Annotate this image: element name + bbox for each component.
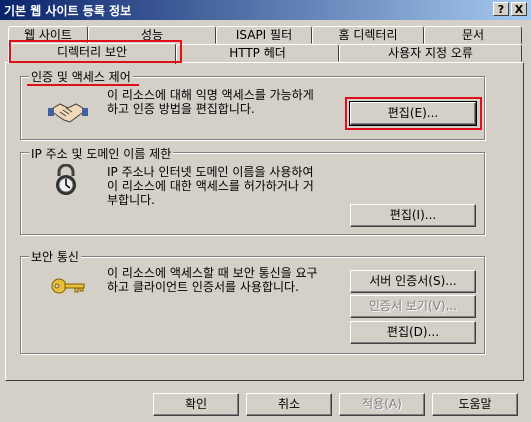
title-bar: 기본 웹 사이트 등록 정보 ? X [0,0,531,20]
combination-lock-icon [56,164,76,195]
tab-documents[interactable]: 문서 [424,26,522,44]
ip-description-3: 부합니다. [107,193,155,207]
window-title: 기본 웹 사이트 등록 정보 [4,4,132,18]
help-footer-button[interactable]: 도움말 [432,393,518,416]
apply-button[interactable]: 적용(A) [339,393,425,416]
view-certificate-button[interactable]: 인증서 보기(V)... [350,295,476,318]
ip-description-1: IP 주소나 인터넷 도메인 이름을 사용하여 [107,165,314,179]
close-button[interactable]: X [511,2,527,16]
ip-edit-button[interactable]: 편집(I)... [350,204,476,227]
highlight-underline [27,84,139,86]
ip-group-title: IP 주소 및 도메인 이름 제한 [29,145,174,162]
highlight-edit-button [345,97,482,130]
tab-isapi-filter[interactable]: ISAPI 필터 [216,26,312,44]
ip-description-2: 이 리소스에 대한 액세스를 허가하거나 거 [107,179,314,193]
key-icon [51,278,85,294]
auth-group-title: 인증 및 액세스 제어 [29,68,133,85]
ok-button[interactable]: 확인 [153,393,239,416]
secure-description-2: 하고 클라이언트 인증서를 사용합니다. [107,280,299,294]
help-button[interactable]: ? [493,2,509,16]
tab-home-directory[interactable]: 홈 디렉터리 [312,26,424,44]
auth-description-1: 이 리소스에 대해 익명 액세스를 가능하게 [107,88,314,102]
secure-description-1: 이 리소스에 액세스할 때 보안 통신을 요구 [107,266,318,280]
highlight-tab [9,40,182,63]
auth-description-2: 하고 인증 방법을 편집합니다. [107,102,255,116]
tab-custom-errors[interactable]: 사용자 지정 오류 [339,44,522,62]
tab-http-headers[interactable]: HTTP 헤더 [176,44,339,62]
secure-edit-button[interactable]: 편집(D)... [350,321,476,344]
handshake-icon [48,103,88,123]
secure-group-title: 보안 통신 [29,248,81,265]
server-certificate-button[interactable]: 서버 인증서(S)... [350,270,476,293]
cancel-button[interactable]: 취소 [246,393,332,416]
